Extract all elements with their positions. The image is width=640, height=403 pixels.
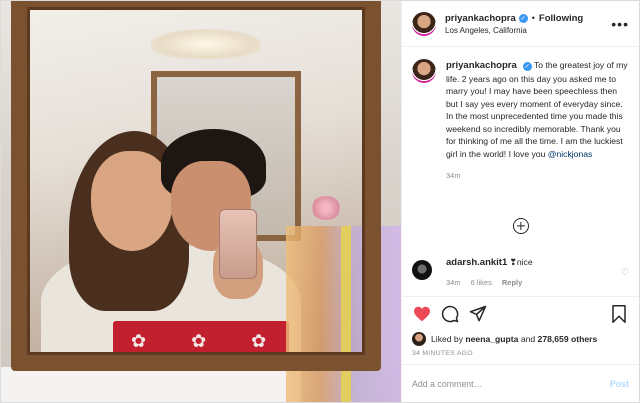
likes-summary: Liked by neena_gupta and 278,659 others (402, 330, 639, 348)
comment-text-line: adarsh.ankit1 ❣nice (446, 257, 621, 268)
post-image[interactable]: ✿ ✿ ✿ (1, 1, 401, 402)
comment-body: adarsh.ankit1 ❣nice 34m 6 likes Reply (446, 257, 621, 287)
caption-avatar[interactable] (412, 59, 436, 83)
comment-text: ❣nice (509, 257, 533, 267)
separator-dot: • (531, 13, 535, 23)
likes-others-link[interactable]: 278,659 others (538, 334, 598, 344)
likes-conjunction: and (520, 334, 536, 344)
caption-username[interactable]: priyankachopra (446, 60, 517, 71)
comments-section: priyankachopra ✓ To the greatest joy of m… (402, 47, 639, 296)
action-bar (402, 296, 639, 330)
comment-item: adarsh.ankit1 ❣nice 34m 6 likes Reply ♡ (412, 257, 629, 287)
comment-likes[interactable]: 6 likes (471, 278, 492, 287)
mention-link[interactable]: @nickjonas (548, 149, 593, 159)
author-avatar[interactable] (412, 11, 436, 36)
author-username[interactable]: priyankachopra (445, 13, 516, 24)
caption: priyankachopra ✓ To the greatest joy of m… (412, 59, 629, 183)
caption-body: priyankachopra ✓ To the greatest joy of m… (446, 59, 629, 183)
heart-icon[interactable] (412, 304, 432, 324)
header-text: priyankachopra ✓ • Following Los Angeles… (445, 13, 605, 35)
verified-badge-icon: ✓ (522, 62, 532, 71)
sink-counter (1, 367, 301, 402)
reply-button[interactable]: Reply (502, 278, 522, 287)
add-comment-bar: Post (402, 364, 639, 402)
mirror-frame (11, 1, 381, 371)
post-timestamp[interactable]: 34 MINUTES AGO (402, 348, 639, 364)
plus-circle-icon[interactable] (512, 218, 529, 234)
more-options-icon[interactable]: ••• (611, 16, 629, 32)
post-sidebar: priyankachopra ✓ • Following Los Angeles… (401, 1, 639, 402)
liker-username[interactable]: neena_gupta (465, 334, 518, 344)
post-container: ✿ ✿ ✿ priyankachopra ✓ • Following Los A… (0, 0, 640, 403)
verified-badge-icon: ✓ (518, 13, 528, 23)
caption-time: 34m (446, 171, 461, 180)
bookmark-icon[interactable] (609, 304, 629, 324)
liker-avatar[interactable] (412, 332, 426, 346)
comment-heart-icon[interactable]: ♡ (621, 267, 629, 287)
header-row: priyankachopra ✓ • Following (445, 13, 605, 24)
commenter-username[interactable]: adarsh.ankit1 (446, 257, 507, 268)
post-header: priyankachopra ✓ • Following Los Angeles… (402, 1, 639, 47)
caption-text: To the greatest joy of my life. 2 years … (446, 60, 628, 159)
post-location[interactable]: Los Angeles, California (445, 26, 605, 35)
load-more-comments (402, 218, 639, 234)
likes-prefix: Liked by (431, 334, 464, 344)
comment-icon[interactable] (440, 304, 460, 324)
share-icon[interactable] (468, 304, 488, 324)
comment-meta: 34m 6 likes Reply (446, 278, 621, 287)
following-button[interactable]: Following (539, 13, 583, 24)
commenter-avatar[interactable] (412, 260, 432, 280)
add-comment-input[interactable] (412, 378, 610, 389)
post-comment-button[interactable]: Post (610, 379, 629, 389)
comment-time: 34m (446, 278, 461, 287)
